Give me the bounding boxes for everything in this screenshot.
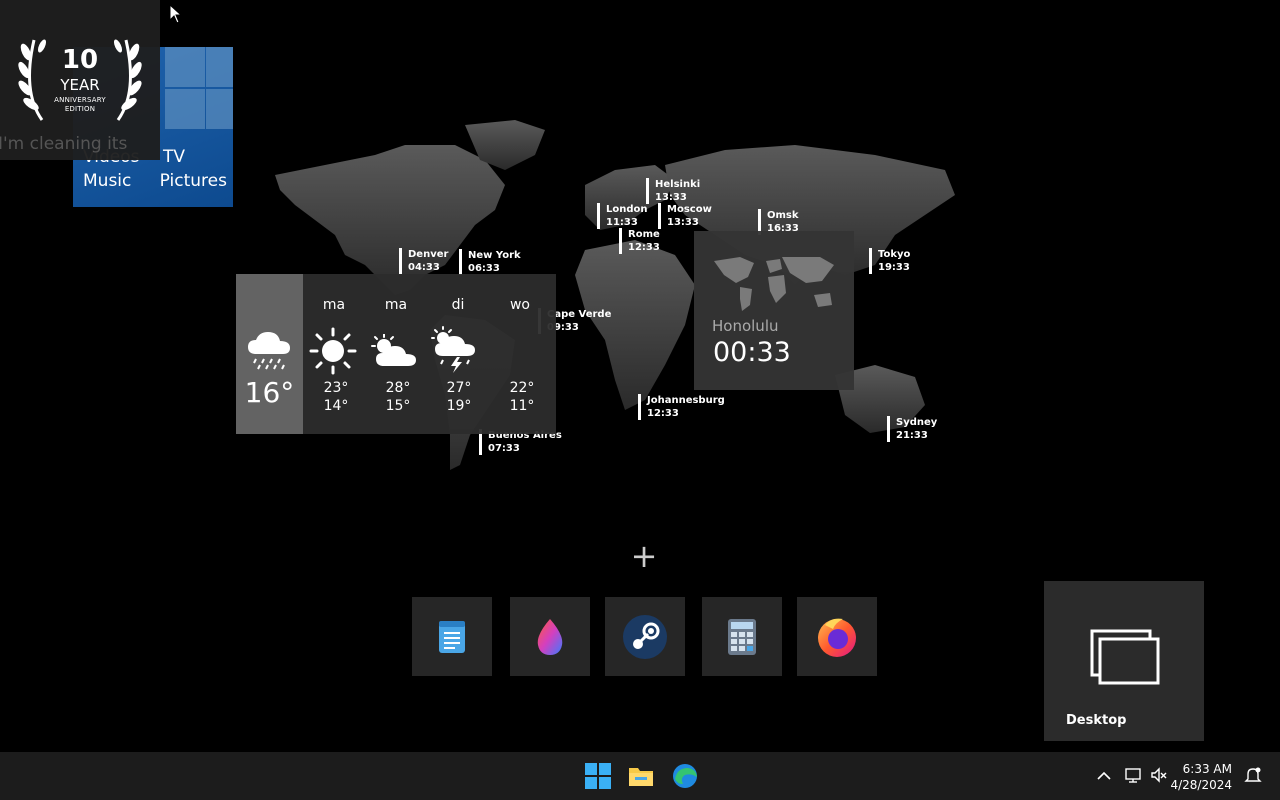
city-london: London 11:33 — [597, 203, 648, 229]
add-widget-button[interactable]: + — [630, 540, 658, 572]
forecast-day: ma — [384, 297, 408, 313]
city-helsinki: Helsinki 13:33 — [646, 178, 700, 204]
notepad-icon — [439, 620, 465, 653]
chevron-up-icon[interactable] — [1096, 768, 1112, 784]
city-denver: Denver 04:33 — [399, 248, 448, 274]
taskbar: 6:33 AM 4/28/2024 — [0, 752, 1280, 800]
plus-icon: + — [630, 537, 658, 575]
forecast-high: 23° — [323, 380, 349, 396]
forecast-day: di — [451, 297, 465, 313]
city-tokyo: Tokyo 19:33 — [869, 248, 910, 274]
steam-icon — [623, 614, 667, 659]
media-label-tv: TV — [162, 147, 185, 167]
partly-cloudy-icon — [371, 334, 416, 366]
weather-today: 16° — [236, 274, 303, 434]
media-label-pictures: Pictures — [159, 171, 227, 191]
forecast-high: 22° — [509, 380, 535, 396]
flame-drop-icon — [537, 618, 563, 655]
clock-time: 00:33 — [713, 337, 791, 368]
weather-widget[interactable]: 16° ma ma di wo 23° 14° 28° 15° 27° 19° … — [236, 274, 556, 434]
volume-muted-icon[interactable] — [1150, 766, 1168, 784]
forecast-day: ma — [322, 297, 346, 313]
app-tile-steam[interactable] — [605, 597, 685, 676]
badge-faded-text: I'm cleaning its — [0, 134, 128, 154]
edge-browser-icon[interactable] — [671, 762, 699, 790]
media-label-music: Music — [83, 171, 132, 191]
forecast-low: 11° — [509, 398, 535, 414]
city-johannesburg: Johannesburg 12:33 — [638, 394, 725, 420]
sun-icon — [309, 327, 357, 375]
app-tile-fluid[interactable] — [510, 597, 590, 676]
desktop-icon — [1090, 629, 1160, 685]
taskbar-time[interactable]: 6:33 AM — [1183, 762, 1232, 776]
world-clock-widget[interactable]: Honolulu 00:33 — [694, 231, 854, 390]
file-explorer-icon[interactable] — [627, 762, 655, 790]
rain-cloud-icon — [248, 332, 290, 370]
mouse-pointer-icon — [169, 4, 183, 24]
badge-edition: ANNIVERSARY EDITION — [54, 96, 106, 113]
anniversary-badge[interactable]: 10 YEAR ANNIVERSARY EDITION I'm cleaning… — [0, 0, 160, 160]
taskbar-date[interactable]: 4/28/2024 — [1170, 778, 1232, 792]
app-tile-firefox[interactable] — [797, 597, 877, 676]
forecast-high: 27° — [446, 380, 472, 396]
forecast-low: 19° — [446, 398, 472, 414]
app-tile-calculator[interactable] — [702, 597, 782, 676]
forecast-day: wo — [509, 297, 530, 313]
thunderstorm-icon — [431, 326, 475, 373]
forecast-low: 15° — [385, 398, 411, 414]
firefox-icon — [818, 618, 856, 657]
desktop-tile[interactable]: Desktop — [1044, 581, 1204, 741]
city-rome: Rome 12:33 — [619, 228, 660, 254]
badge-number: 10 — [61, 45, 99, 75]
weather-today-temp: 16° — [244, 376, 295, 409]
calculator-icon — [728, 618, 756, 655]
start-button[interactable] — [584, 762, 612, 790]
city-new-york: New York 06:33 — [459, 249, 521, 275]
forecast-high: 28° — [385, 380, 411, 396]
notification-bell-icon[interactable] — [1244, 766, 1262, 784]
city-moscow: Moscow 13:33 — [658, 203, 712, 229]
desktop-label: Desktop — [1066, 713, 1127, 728]
city-sydney: Sydney 21:33 — [887, 416, 937, 442]
app-tile-notepad[interactable] — [412, 597, 492, 676]
badge-year: YEAR — [60, 76, 100, 94]
clock-city: Honolulu — [712, 317, 779, 335]
network-icon[interactable] — [1124, 766, 1142, 784]
forecast-low: 14° — [323, 398, 349, 414]
mini-world-map — [714, 257, 834, 311]
